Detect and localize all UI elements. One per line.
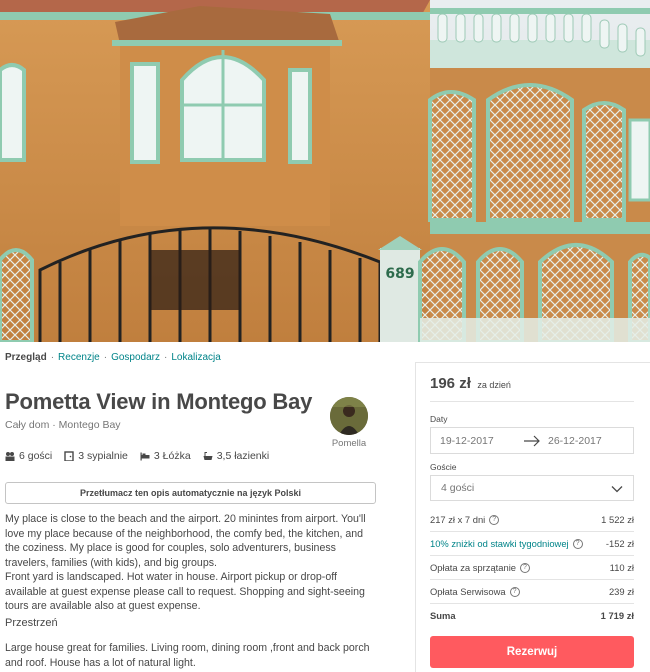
checkout-field[interactable]: 26-12-2017 bbox=[548, 435, 602, 447]
nav-location[interactable]: Lokalizacja bbox=[171, 352, 220, 363]
help-icon[interactable]: ? bbox=[520, 562, 530, 573]
amenities-row: 6 gości 3 sypialnie 3 Łóżka 3,5 łazienki bbox=[5, 450, 269, 462]
fee-name: 10% zniżki od stawki tygodniowej bbox=[430, 538, 569, 549]
bed-icon bbox=[140, 452, 150, 461]
guests-select[interactable]: 4 gości bbox=[430, 475, 634, 501]
listing-photo[interactable]: 689 bbox=[0, 0, 650, 342]
guests-label: Goście bbox=[430, 462, 457, 472]
bedroom-icon bbox=[64, 451, 74, 461]
amenity-beds: 3 Łóżka bbox=[140, 450, 191, 462]
listing-title: Pometta View in Montego Bay bbox=[5, 389, 313, 414]
amenity-bedrooms: 3 sypialnie bbox=[64, 450, 128, 462]
fee-name: Opłata Serwisowa bbox=[430, 586, 506, 597]
fee-amount: 1 522 zł bbox=[601, 514, 634, 525]
fee-row-cleaning: Opłata za sprzątanie? 110 zł bbox=[430, 562, 634, 573]
book-button[interactable]: Rezerwuj bbox=[430, 636, 634, 668]
price-period: za dzień bbox=[477, 380, 511, 390]
chevron-down-icon bbox=[611, 486, 623, 493]
help-icon[interactable]: ? bbox=[572, 538, 583, 549]
fee-name: Opłata za sprzątanie bbox=[430, 562, 516, 573]
nav-separator: · bbox=[103, 352, 108, 363]
amenity-guests: 6 gości bbox=[5, 450, 52, 462]
nav-overview[interactable]: Przegląd bbox=[5, 352, 47, 363]
date-range-picker[interactable]: 19-12-2017 26-12-2017 bbox=[430, 427, 634, 454]
nav-host[interactable]: Gospodarz bbox=[111, 352, 160, 363]
amenity-label: 3 sypialnie bbox=[78, 450, 128, 462]
arrow-right-icon bbox=[524, 435, 540, 447]
avatar[interactable] bbox=[330, 397, 368, 435]
amenity-label: 6 gości bbox=[19, 450, 53, 462]
listing-subtitle: Cały dom · Montego Bay bbox=[5, 419, 121, 431]
house-number: 689 bbox=[385, 266, 414, 282]
guests-value: 4 gości bbox=[441, 482, 475, 494]
translate-button[interactable]: Przetłumacz ten opis automatycznie na ję… bbox=[5, 482, 376, 504]
guests-icon bbox=[5, 452, 15, 461]
fee-amount: 110 zł bbox=[609, 562, 634, 573]
nav-separator: · bbox=[50, 352, 55, 363]
fee-row-discount: 10% zniżki od stawki tygodniowej? -152 z… bbox=[430, 538, 634, 549]
host-name[interactable]: Pomella bbox=[326, 438, 372, 449]
space-heading: Przestrzeń bbox=[5, 617, 58, 629]
fee-row-total: Suma 1 719 zł bbox=[430, 610, 634, 621]
divider bbox=[430, 579, 634, 580]
fee-amount: 239 zł bbox=[608, 586, 634, 597]
fee-name: Suma bbox=[430, 610, 456, 621]
fee-amount: 1 719 zł bbox=[600, 610, 634, 621]
booking-panel: 196 zł za dzień Daty 19-12-2017 26-12-20… bbox=[415, 362, 650, 672]
listing-description: My place is close to the beach and the a… bbox=[5, 512, 380, 614]
checkin-field[interactable]: 19-12-2017 bbox=[440, 435, 494, 447]
price-row: 196 zł za dzień bbox=[430, 375, 511, 393]
nav-reviews[interactable]: Recenzje bbox=[58, 352, 100, 363]
divider bbox=[430, 531, 634, 532]
description-text: My place is close to the beach and the a… bbox=[5, 513, 366, 612]
nightly-price: 196 zł bbox=[430, 375, 471, 392]
fee-amount: -152 zł bbox=[605, 538, 634, 549]
divider bbox=[430, 555, 634, 556]
help-icon[interactable]: ? bbox=[509, 586, 520, 597]
amenity-label: 3 Łóżka bbox=[153, 450, 191, 462]
amenity-baths: 3,5 łazienki bbox=[203, 450, 270, 462]
divider bbox=[430, 603, 634, 604]
dates-label: Daty bbox=[430, 414, 448, 424]
divider bbox=[430, 401, 634, 402]
listing-subnav: Przegląd · Recenzje · Gospodarz · Lokalizacja bbox=[5, 352, 221, 363]
fee-row-service: Opłata Serwisowa? 239 zł bbox=[430, 586, 634, 597]
fee-row-nights: 217 zł x 7 dni? 1 522 zł bbox=[430, 514, 634, 525]
bath-icon bbox=[203, 452, 213, 460]
amenity-label: 3,5 łazienki bbox=[216, 450, 270, 462]
help-icon[interactable]: ? bbox=[489, 514, 500, 525]
space-description: Large house great for families. Living r… bbox=[5, 642, 370, 669]
fee-name: 217 zł x 7 dni bbox=[430, 514, 486, 525]
host-block[interactable]: Pomella bbox=[326, 397, 372, 449]
nav-separator: · bbox=[164, 352, 168, 363]
